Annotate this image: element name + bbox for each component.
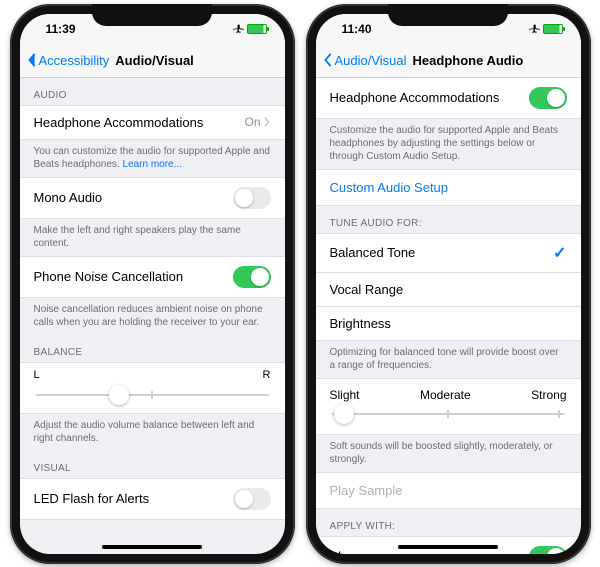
- chevron-left-icon: [26, 53, 38, 67]
- status-time: 11:40: [342, 22, 372, 36]
- nav-bar: Audio/Visual Headphone Audio: [316, 44, 581, 78]
- status-icons: [529, 23, 563, 35]
- screen-right: 11:40 Audio/Visual Headphone Audio Headp…: [316, 14, 581, 554]
- balance-r: R: [263, 369, 271, 381]
- status-time: 11:39: [46, 22, 76, 36]
- row-label: Headphone Accommodations: [34, 115, 204, 130]
- back-button[interactable]: Audio/Visual: [322, 53, 407, 68]
- noise-note: Noise cancellation reduces ambient noise…: [20, 298, 285, 335]
- soft-note: Soft sounds will be boosted slightly, mo…: [316, 435, 581, 472]
- checkmark-icon: ✓: [553, 243, 566, 263]
- row-label: Brightness: [330, 316, 391, 331]
- row-value: On: [244, 115, 270, 129]
- section-header-tune: TUNE AUDIO FOR:: [316, 206, 581, 233]
- airplane-icon: [233, 23, 245, 35]
- tune-note: Optimizing for balanced tone will provid…: [316, 341, 581, 378]
- section-header-apply: APPLY WITH:: [316, 509, 581, 536]
- learn-more-link[interactable]: Learn more...: [122, 159, 181, 170]
- back-label: Audio/Visual: [335, 53, 407, 68]
- boost-labels: Slight Moderate Strong: [316, 378, 581, 404]
- battery-icon: [543, 24, 563, 34]
- boost-thumb[interactable]: [334, 404, 354, 424]
- status-icons: [233, 23, 267, 35]
- balance-note: Adjust the audio volume balance between …: [20, 414, 285, 451]
- row-label: Phone Noise Cancellation: [34, 269, 184, 284]
- section-header-visual: VISUAL: [20, 451, 285, 478]
- custom-audio-setup-link[interactable]: Custom Audio Setup: [316, 169, 581, 206]
- airplane-icon: [529, 23, 541, 35]
- phone-right: 11:40 Audio/Visual Headphone Audio Headp…: [306, 4, 591, 564]
- headphone-accommodations-row[interactable]: Headphone Accommodations On: [20, 105, 285, 140]
- balance-l: L: [34, 369, 40, 381]
- chevron-left-icon: [322, 53, 334, 67]
- back-button[interactable]: Accessibility: [26, 53, 110, 68]
- balance-slider[interactable]: L R: [20, 362, 285, 414]
- accom-note: Customize the audio for supported Apple …: [316, 119, 581, 169]
- row-label: Mono Audio: [34, 190, 103, 205]
- section-header-balance: BALANCE: [20, 335, 285, 362]
- mono-toggle[interactable]: [233, 187, 271, 209]
- page-title: Audio/Visual: [115, 53, 194, 68]
- nav-bar: Accessibility Audio/Visual: [20, 44, 285, 78]
- brightness-row[interactable]: Brightness: [316, 307, 581, 341]
- balanced-tone-row[interactable]: Balanced Tone ✓: [316, 233, 581, 273]
- home-indicator: [102, 545, 202, 549]
- content: AUDIO Headphone Accommodations On You ca…: [20, 78, 285, 554]
- phone-toggle[interactable]: [529, 546, 567, 554]
- back-label: Accessibility: [39, 53, 110, 68]
- home-indicator: [398, 545, 498, 549]
- page-title: Headphone Audio: [413, 53, 524, 68]
- row-label: Headphone Accommodations: [330, 90, 500, 105]
- row-label: Phone: [330, 549, 368, 554]
- led-flash-row[interactable]: LED Flash for Alerts: [20, 478, 285, 520]
- noise-toggle[interactable]: [233, 266, 271, 288]
- content: Headphone Accommodations Customize the a…: [316, 78, 581, 554]
- boost-slider[interactable]: [316, 404, 581, 435]
- row-label: Vocal Range: [330, 282, 404, 297]
- row-label: LED Flash for Alerts: [34, 491, 150, 506]
- balance-thumb[interactable]: [109, 385, 129, 405]
- battery-icon: [247, 24, 267, 34]
- vocal-range-row[interactable]: Vocal Range: [316, 273, 581, 307]
- play-sample-row[interactable]: Play Sample: [316, 472, 581, 509]
- mono-audio-row[interactable]: Mono Audio: [20, 177, 285, 219]
- screen-left: 11:39 Accessibility Audio/Visual AUDIO H…: [20, 14, 285, 554]
- accommodations-row[interactable]: Headphone Accommodations: [316, 78, 581, 119]
- phone-left: 11:39 Accessibility Audio/Visual AUDIO H…: [10, 4, 295, 564]
- chevron-right-icon: [263, 116, 271, 128]
- mono-note: Make the left and right speakers play th…: [20, 219, 285, 256]
- notch: [388, 4, 508, 26]
- headphone-note: You can customize the audio for supporte…: [20, 140, 285, 177]
- noise-cancellation-row[interactable]: Phone Noise Cancellation: [20, 256, 285, 298]
- notch: [92, 4, 212, 26]
- boost-moderate: Moderate: [420, 388, 471, 402]
- boost-slight: Slight: [330, 388, 360, 402]
- boost-strong: Strong: [531, 388, 566, 402]
- row-label: Balanced Tone: [330, 245, 416, 260]
- section-header-audio: AUDIO: [20, 78, 285, 105]
- led-toggle[interactable]: [233, 488, 271, 510]
- accommodations-toggle[interactable]: [529, 87, 567, 109]
